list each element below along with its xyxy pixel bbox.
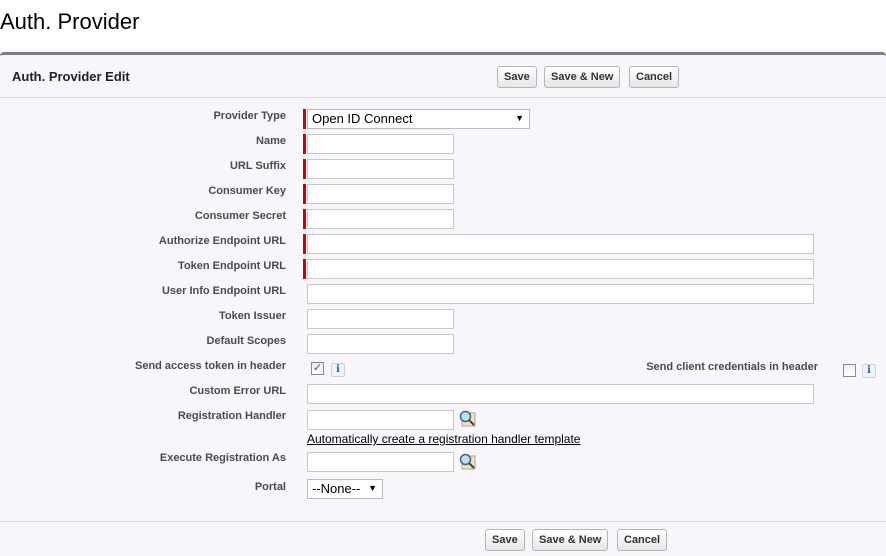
- provider-type-select[interactable]: Open ID Connect ▼: [307, 109, 530, 129]
- token-endpoint-label: Token Endpoint URL: [178, 260, 286, 272]
- authorize-endpoint-label: Authorize Endpoint URL: [158, 235, 286, 247]
- create-handler-template-link[interactable]: Automatically create a registration hand…: [307, 432, 580, 446]
- send-token-header-label: Send access token in header: [134, 360, 286, 372]
- save-button[interactable]: Save: [497, 66, 537, 88]
- send-client-creds-checkbox[interactable]: [843, 364, 856, 377]
- custom-error-url-input[interactable]: [307, 384, 814, 404]
- token-issuer-label: Token Issuer: [218, 310, 286, 322]
- send-token-header-checkbox[interactable]: ✓: [311, 362, 324, 375]
- consumer-key-input[interactable]: [307, 184, 454, 204]
- send-client-creds-label: Send client credentials in header: [646, 361, 818, 373]
- token-endpoint-input[interactable]: [307, 259, 814, 279]
- cancel-button-bottom[interactable]: Cancel: [617, 529, 668, 551]
- user-info-endpoint-input[interactable]: [307, 284, 814, 304]
- header-divider: [0, 97, 886, 98]
- default-scopes-input[interactable]: [307, 334, 454, 354]
- save-new-button-bottom[interactable]: Save & New: [532, 529, 609, 551]
- lookup-icon[interactable]: [459, 410, 476, 427]
- required-marker: [303, 184, 306, 204]
- required-marker: [303, 109, 306, 129]
- execute-as-input[interactable]: [307, 452, 454, 472]
- required-marker: [303, 259, 306, 279]
- consumer-secret-input[interactable]: [307, 209, 454, 229]
- chevron-down-icon: ▼: [515, 113, 524, 123]
- user-info-endpoint-label: User Info Endpoint URL: [161, 285, 286, 297]
- required-marker: [303, 209, 306, 229]
- provider-type-value: Open ID Connect: [312, 111, 413, 126]
- required-marker: [303, 159, 306, 179]
- info-icon[interactable]: i: [331, 363, 345, 377]
- lookup-icon[interactable]: [459, 453, 476, 470]
- page-title: Auth. Provider: [0, 9, 140, 34]
- provider-type-label: Provider Type: [213, 110, 286, 122]
- name-input[interactable]: [307, 134, 454, 154]
- url-suffix-input[interactable]: [307, 159, 454, 179]
- token-issuer-input[interactable]: [307, 309, 454, 329]
- footer-divider: [0, 521, 886, 522]
- portal-label: Portal: [254, 481, 286, 493]
- authorize-endpoint-input[interactable]: [307, 234, 814, 254]
- name-label: Name: [256, 135, 286, 147]
- consumer-secret-label: Consumer Secret: [194, 210, 286, 222]
- portal-value: --None--: [312, 481, 361, 496]
- chevron-down-icon: ▼: [368, 483, 377, 493]
- cancel-button[interactable]: Cancel: [629, 66, 680, 88]
- registration-handler-label: Registration Handler: [177, 410, 286, 422]
- consumer-key-label: Consumer Key: [208, 185, 286, 197]
- panel-title: Auth. Provider Edit: [12, 69, 130, 84]
- save-new-button[interactable]: Save & New: [544, 66, 621, 88]
- url-suffix-label: URL Suffix: [229, 160, 286, 172]
- save-button-bottom[interactable]: Save: [485, 529, 525, 551]
- execute-as-label: Execute Registration As: [159, 452, 286, 464]
- default-scopes-label: Default Scopes: [206, 335, 286, 347]
- info-icon[interactable]: i: [862, 364, 876, 378]
- portal-select[interactable]: --None-- ▼: [307, 479, 383, 499]
- required-marker: [303, 134, 306, 154]
- required-marker: [303, 234, 306, 254]
- registration-handler-input[interactable]: [307, 410, 454, 430]
- custom-error-url-label: Custom Error URL: [189, 385, 286, 397]
